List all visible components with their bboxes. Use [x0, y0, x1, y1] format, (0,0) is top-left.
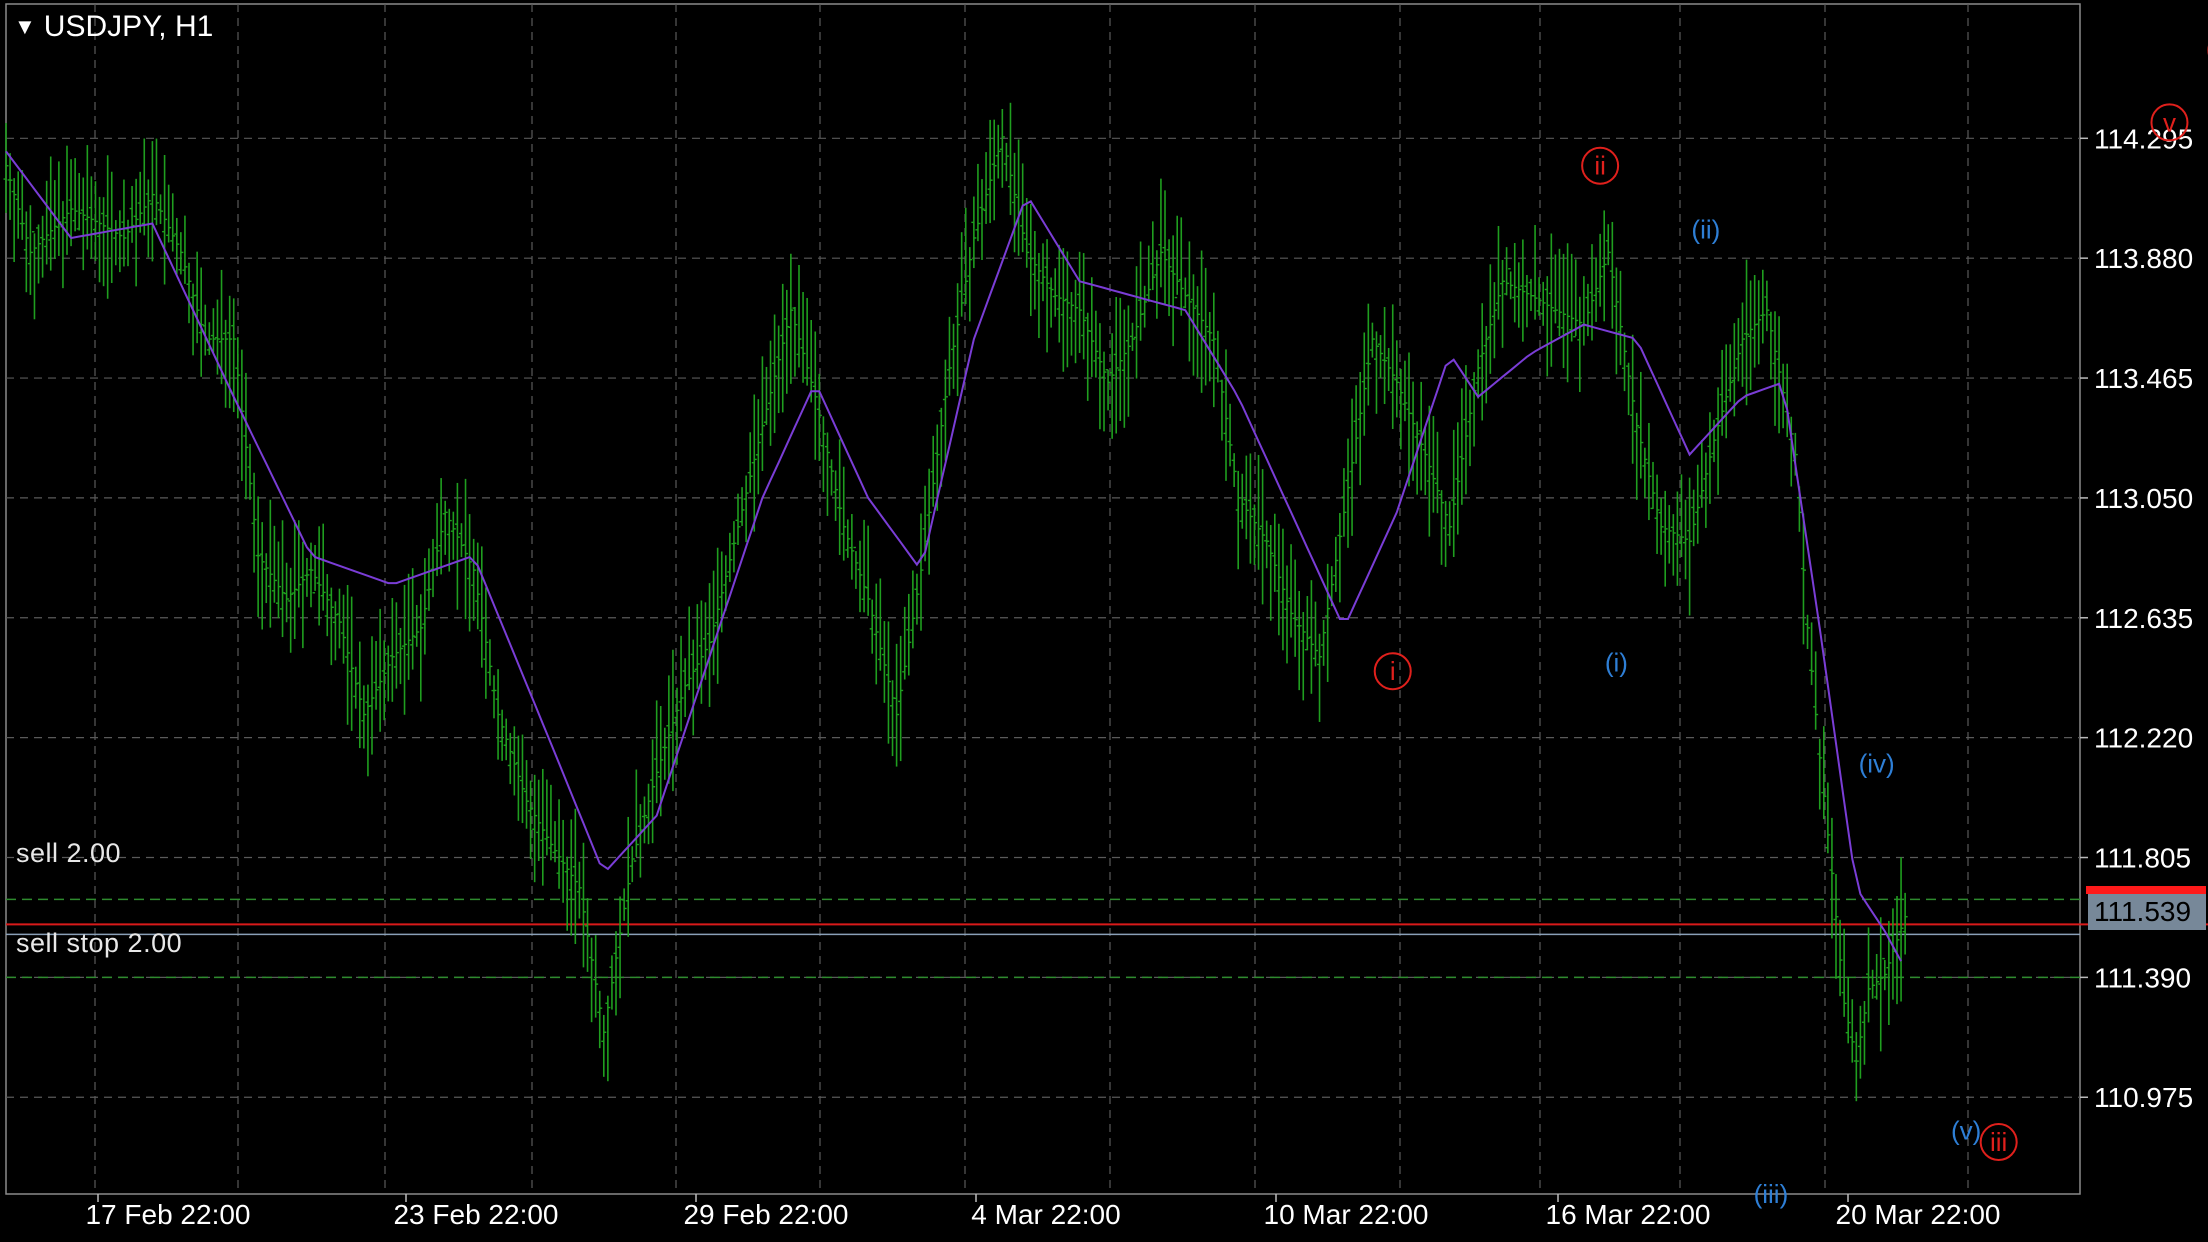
price-axis: 114.295113.880113.465113.050112.635112.2… — [2080, 123, 2193, 1113]
wave-label: i — [1390, 656, 1396, 686]
y-tick-label: 113.050 — [2094, 483, 2193, 514]
wave-label: (iii) — [1754, 1179, 1789, 1209]
y-tick-label: 112.635 — [2094, 603, 2193, 634]
x-tick-label: 29 Feb 22:00 — [683, 1199, 848, 1230]
symbol-label: USDJPY, H1 — [43, 10, 214, 43]
wave-label: (v) — [1951, 1115, 1981, 1145]
wave-label: iii — [1990, 1127, 2007, 1157]
y-tick-label: 113.880 — [2094, 243, 2193, 274]
price-bars — [3, 102, 1908, 1102]
wave-label: (i) — [1605, 648, 1628, 678]
y-tick-label: 110.975 — [2094, 1082, 2193, 1113]
symbol-title[interactable]: ▼ USDJPY, H1 — [14, 10, 213, 44]
x-tick-label: 23 Feb 22:00 — [393, 1199, 558, 1230]
x-tick-label: 10 Mar 22:00 — [1264, 1199, 1429, 1230]
wave-label: ii — [1594, 151, 1606, 181]
wave-label: v — [2163, 107, 2176, 137]
y-tick-label: 111.390 — [2094, 962, 2191, 993]
wave-label: (ii) — [1691, 214, 1720, 244]
collapse-triangle-icon[interactable]: ▼ — [14, 14, 36, 40]
current-price-tag: 111.539 — [2088, 894, 2206, 930]
order-lines — [6, 898, 2208, 979]
y-tick-label: 112.220 — [2094, 723, 2193, 754]
chart-grid — [5, 3, 2081, 1195]
time-axis: 17 Feb 22:00 23 Feb 22:00 29 Feb 22:00 4 Ma… — [85, 1194, 2001, 1230]
x-tick-label: 16 Mar 22:00 — [1546, 1199, 1711, 1230]
x-tick-label: 17 Feb 22:00 — [85, 1199, 250, 1230]
x-tick-label: 20 Mar 22:00 — [1836, 1199, 2001, 1230]
wave-labels: iiiiiiivv(i)(ii)(iii)(iv)(v) — [1373, 45, 2208, 1209]
wave-label: (iv) — [1859, 749, 1895, 779]
chart-frame — [5, 3, 2081, 1195]
sell-stop-order-label[interactable]: sell stop 2.00 — [16, 928, 182, 959]
y-tick-label: 111.805 — [2094, 843, 2191, 874]
price-chart[interactable]: 114.295113.880113.465113.050112.635112.2… — [0, 0, 2208, 1242]
y-tick-label: 113.465 — [2094, 363, 2193, 394]
price-tag-marker — [2086, 886, 2206, 894]
sell-order-label[interactable]: sell 2.00 — [16, 838, 121, 869]
x-tick-label: 4 Mar 22:00 — [971, 1199, 1120, 1230]
